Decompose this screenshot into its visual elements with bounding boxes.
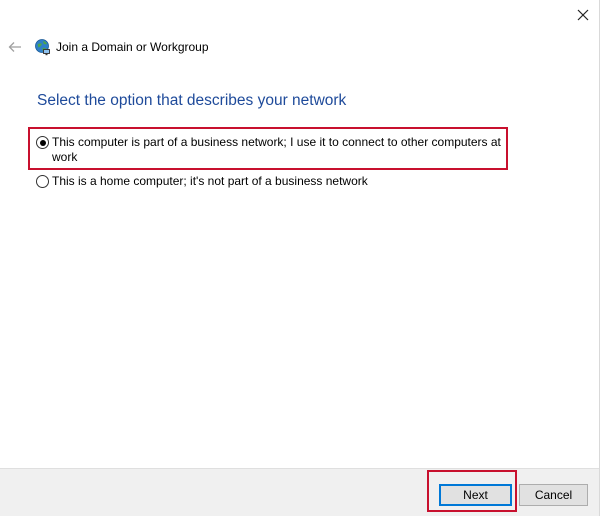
wizard-title: Join a Domain or Workgroup — [56, 40, 209, 54]
business-network-option[interactable]: This computer is part of a business netw… — [36, 135, 506, 165]
business-network-radio[interactable] — [36, 136, 49, 149]
page-heading: Select the option that describes your ne… — [37, 92, 347, 109]
close-icon — [577, 9, 589, 21]
business-network-option-label: This computer is part of a business netw… — [52, 135, 501, 164]
home-computer-option[interactable]: This is a home computer; it's not part o… — [36, 174, 506, 189]
home-computer-radio[interactable] — [36, 175, 49, 188]
back-arrow-icon — [8, 42, 21, 52]
next-button[interactable]: Next — [439, 484, 512, 506]
home-computer-option-label: This is a home computer; it's not part o… — [52, 174, 368, 188]
join-domain-wizard-window: Join a Domain or Workgroup Select the op… — [0, 0, 600, 516]
network-globe-icon — [35, 39, 50, 56]
cancel-button[interactable]: Cancel — [519, 484, 588, 506]
back-button[interactable] — [4, 37, 26, 57]
close-button[interactable] — [566, 0, 599, 30]
